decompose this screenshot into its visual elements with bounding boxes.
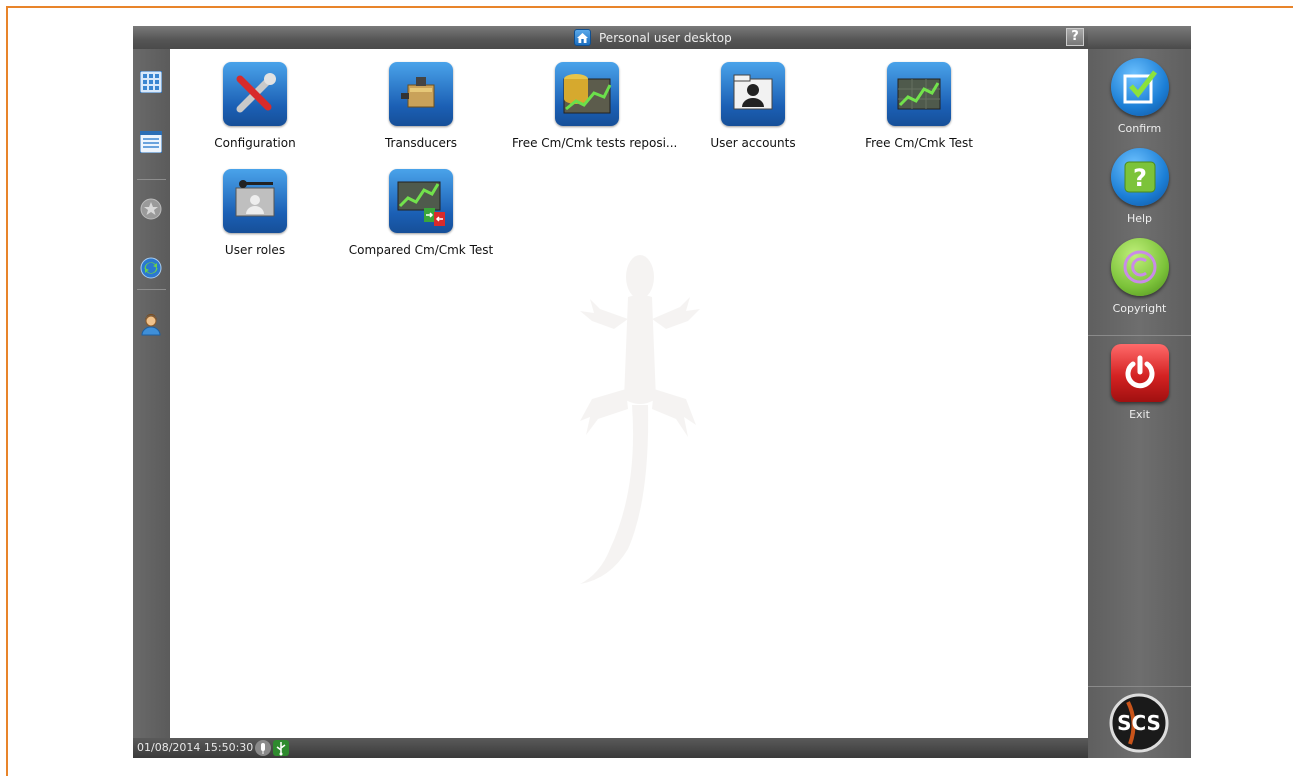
tile-label: Free Cm/Cmk tests reposi... <box>512 136 678 150</box>
checkmark-icon <box>1110 58 1169 116</box>
exit-button[interactable]: Exit <box>1088 344 1191 421</box>
user-accounts-icon <box>721 62 785 126</box>
left-toolbar <box>133 49 170 738</box>
recycle-icon <box>140 257 162 283</box>
tile-label: Compared Cm/Cmk Test <box>348 243 494 257</box>
star-icon <box>140 198 162 224</box>
transducer-icon <box>389 62 453 126</box>
home-icon[interactable] <box>574 29 591 46</box>
recycle-button[interactable] <box>138 257 164 283</box>
status-bar: 01/08/2014 15:50:30 <box>133 738 1088 758</box>
help-icon: ? <box>1110 148 1169 206</box>
gecko-watermark-icon <box>580 255 700 584</box>
app-window: Personal user desktop ? Configuration Tr… <box>133 26 1191 758</box>
user-icon <box>140 314 162 340</box>
status-datetime: 01/08/2014 15:50:30 <box>137 741 254 754</box>
tile-free-tests-repository[interactable]: Free Cm/Cmk tests reposi... <box>512 62 678 150</box>
svg-text:?: ? <box>1133 164 1147 192</box>
scs-logo: SCS <box>1108 692 1170 754</box>
usb-icon <box>273 740 289 756</box>
title-bar: Personal user desktop ? <box>133 26 1088 49</box>
power-icon <box>1110 344 1169 402</box>
list-view-button[interactable] <box>138 130 164 157</box>
microphone-icon <box>255 740 271 756</box>
panel-divider <box>1088 686 1191 687</box>
tile-label: User accounts <box>710 136 796 150</box>
user-roles-icon <box>223 169 287 233</box>
right-panel: Confirm ? Help Copyright Exit SCS <box>1088 26 1191 758</box>
tile-compared-test[interactable]: Compared Cm/Cmk Test <box>346 169 496 257</box>
list-icon <box>139 130 163 157</box>
chart-icon <box>887 62 951 126</box>
confirm-label: Confirm <box>1117 122 1162 135</box>
grid-view-button[interactable] <box>138 70 164 97</box>
panel-divider <box>1088 335 1191 336</box>
tile-transducers[interactable]: Transducers <box>346 62 496 150</box>
tile-label: Configuration <box>214 136 296 150</box>
user-button[interactable] <box>138 314 164 340</box>
tile-free-test[interactable]: Free Cm/Cmk Test <box>844 62 994 150</box>
copyright-label: Copyright <box>1112 302 1167 315</box>
help-label: Help <box>1126 212 1153 225</box>
tile-label: Free Cm/Cmk Test <box>865 136 973 150</box>
repository-chart-icon <box>555 62 619 126</box>
tile-user-accounts[interactable]: User accounts <box>678 62 828 150</box>
help-button[interactable]: ? Help <box>1088 148 1191 225</box>
logo-text: SCS <box>1117 711 1161 735</box>
help-mini-button[interactable]: ? <box>1066 28 1084 46</box>
compared-chart-icon <box>389 169 453 233</box>
right-panel-header <box>1088 26 1191 49</box>
favorites-button[interactable] <box>138 198 164 224</box>
confirm-button[interactable]: Confirm <box>1088 58 1191 135</box>
desktop-area: Configuration Transducers Free Cm/Cmk te… <box>170 49 1088 738</box>
copyright-button[interactable]: Copyright <box>1088 238 1191 315</box>
tile-user-roles[interactable]: User roles <box>180 169 330 257</box>
copyright-icon <box>1110 238 1169 296</box>
title-wrap: Personal user desktop <box>574 29 732 46</box>
tools-icon <box>223 62 287 126</box>
exit-label: Exit <box>1129 408 1150 421</box>
tile-configuration[interactable]: Configuration <box>180 62 330 150</box>
grid-icon <box>139 70 163 97</box>
toolbar-divider <box>137 179 166 180</box>
window-title: Personal user desktop <box>599 30 732 45</box>
tile-label: User roles <box>224 243 286 257</box>
tile-label: Transducers <box>384 136 458 150</box>
toolbar-divider <box>137 289 166 290</box>
